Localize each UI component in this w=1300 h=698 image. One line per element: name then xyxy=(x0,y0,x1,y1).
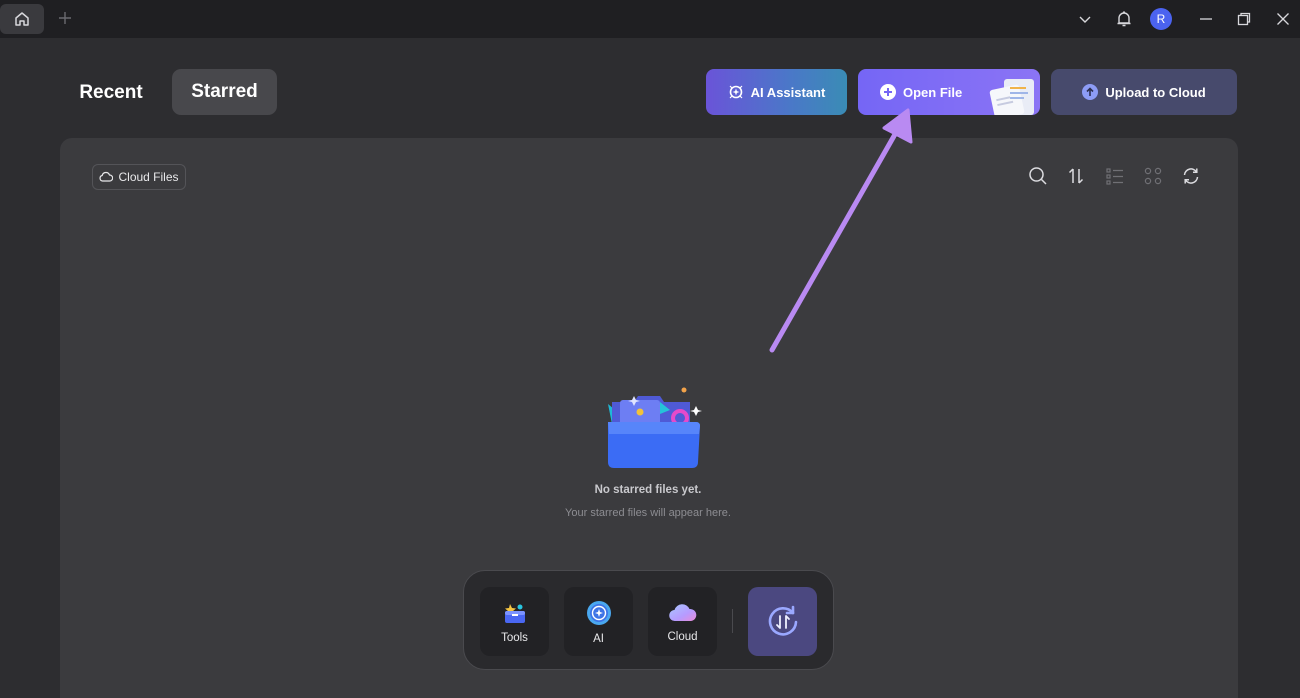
list-view-button[interactable] xyxy=(1104,165,1126,187)
refresh-icon xyxy=(1183,168,1199,184)
chevron-down-icon xyxy=(1079,16,1091,23)
new-tab-button[interactable] xyxy=(56,9,74,27)
empty-state-title: No starred files yet. xyxy=(594,484,702,496)
search-icon xyxy=(1029,167,1047,185)
plus-circle-icon xyxy=(880,84,896,100)
empty-state-subtitle: Your starred files will appear here. xyxy=(565,507,731,519)
ai-assistant-button[interactable]: AI Assistant xyxy=(706,69,847,115)
dock-switch-button[interactable] xyxy=(748,587,817,656)
tab-starred[interactable]: Starred xyxy=(172,69,277,115)
dock-item-tools-label: Tools xyxy=(501,631,528,644)
bottom-dock: Tools AI Cloud xyxy=(463,570,834,670)
open-file-label: Open File xyxy=(903,84,963,100)
dock-item-cloud-label: Cloud xyxy=(667,630,698,643)
sort-icon xyxy=(1068,168,1084,184)
dock-divider xyxy=(732,609,733,633)
dock-item-ai-label: AI xyxy=(593,632,604,645)
switch-mode-icon xyxy=(768,605,797,636)
documents-icon xyxy=(989,79,1034,115)
refresh-button[interactable] xyxy=(1180,165,1202,187)
home-tab[interactable] xyxy=(0,4,44,34)
cloud-icon xyxy=(668,603,696,621)
sort-button[interactable] xyxy=(1065,165,1087,187)
close-button[interactable] xyxy=(1273,9,1293,29)
dock-item-ai[interactable]: AI xyxy=(564,587,633,656)
plus-icon xyxy=(59,12,71,24)
grid-view-button[interactable] xyxy=(1142,165,1164,187)
dock-item-tools[interactable]: Tools xyxy=(480,587,549,656)
cloud-icon xyxy=(99,171,114,182)
close-icon xyxy=(1277,13,1289,25)
bell-icon xyxy=(1117,11,1131,27)
dock-item-cloud[interactable]: Cloud xyxy=(648,587,717,656)
ai-assistant-icon xyxy=(729,85,743,99)
cloud-files-button[interactable]: Cloud Files xyxy=(92,164,186,190)
upload-icon xyxy=(1082,84,1099,100)
upload-to-cloud-label: Upload to Cloud xyxy=(1105,84,1206,100)
dropdown-button[interactable] xyxy=(1075,9,1095,29)
empty-folder-illustration xyxy=(608,387,702,468)
upload-to-cloud-button[interactable]: Upload to Cloud xyxy=(1051,69,1237,115)
tools-icon xyxy=(504,603,525,623)
open-file-button[interactable]: Open File xyxy=(858,69,1040,115)
tab-recent[interactable]: Recent xyxy=(66,70,156,116)
search-button[interactable] xyxy=(1027,165,1049,187)
minimize-button[interactable] xyxy=(1196,9,1216,29)
minimize-icon xyxy=(1200,18,1212,20)
restore-icon xyxy=(1237,12,1251,26)
ai-assistant-label: AI Assistant xyxy=(750,84,826,100)
home-icon xyxy=(15,12,29,26)
title-bar: R xyxy=(0,0,1300,38)
cloud-files-label: Cloud Files xyxy=(118,170,179,184)
restore-button[interactable] xyxy=(1234,9,1254,29)
ai-icon xyxy=(586,600,611,625)
notifications-button[interactable] xyxy=(1114,9,1134,29)
avatar[interactable]: R xyxy=(1150,8,1172,30)
list-view-icon xyxy=(1106,168,1123,185)
grid-view-icon xyxy=(1144,167,1162,185)
